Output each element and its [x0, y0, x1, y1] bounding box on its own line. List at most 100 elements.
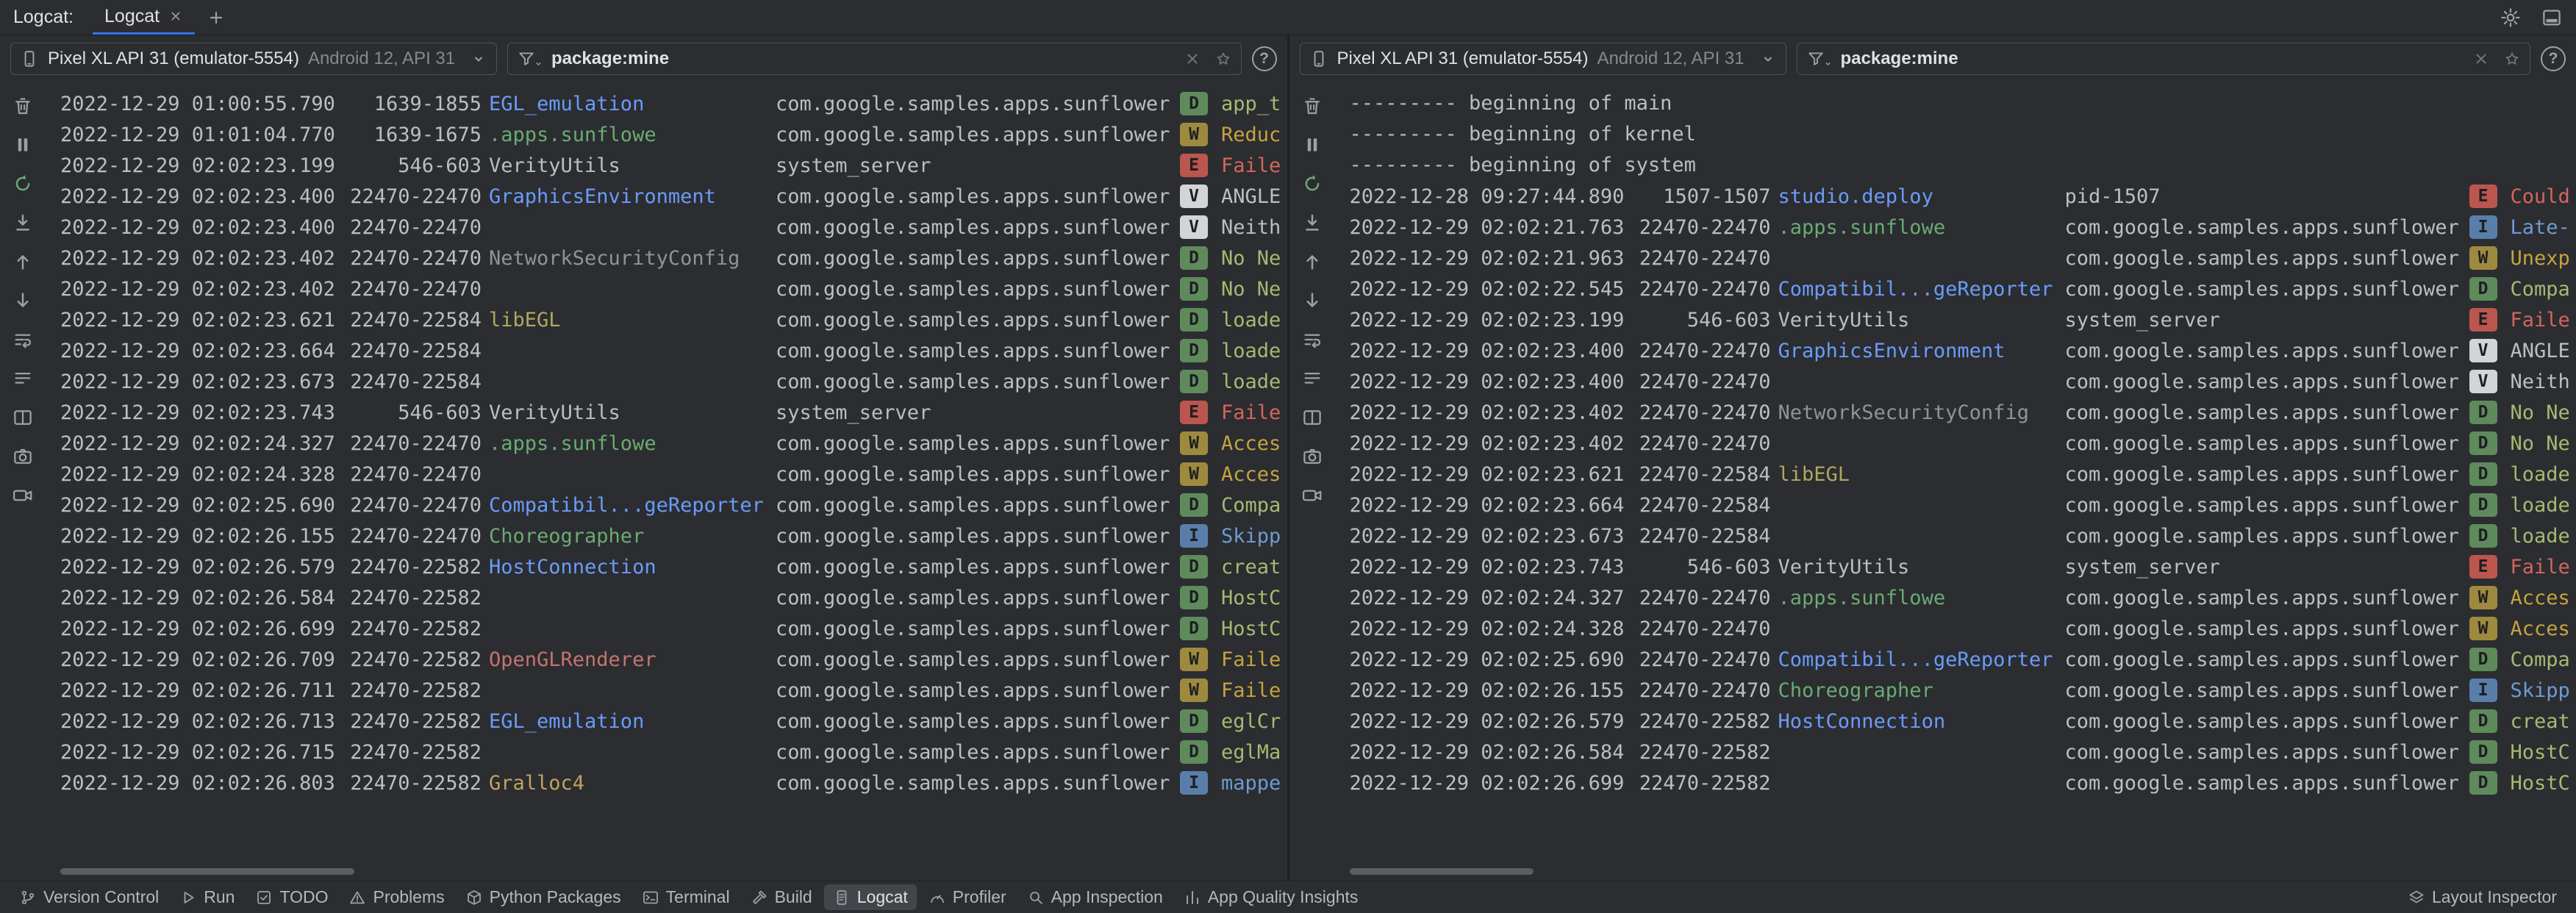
log-row[interactable]: --------- beginning of kernel [1350, 119, 2576, 150]
log-row[interactable]: 2022-12-29 02:02:23.400 22470-22470 com.go… [1350, 366, 2576, 397]
restart-logcat-button[interactable] [1298, 169, 1327, 198]
statusbar-item-terminal[interactable]: Terminal [633, 884, 739, 910]
log-row[interactable]: 2022-12-29 02:02:23.400 22470-22470 Graphi… [60, 181, 1287, 212]
filter-input[interactable]: package:mine [1796, 43, 2530, 75]
screen-record-button[interactable] [8, 481, 37, 510]
statusbar-item-run[interactable]: Run [171, 884, 243, 910]
clear-logcat-button[interactable] [1298, 91, 1327, 121]
help-button[interactable]: ? [1251, 46, 1277, 71]
favorite-filter-icon[interactable] [2503, 50, 2521, 68]
log-row[interactable]: 2022-12-29 02:02:26.155 22470-22470 Choreo… [60, 520, 1287, 551]
log-row[interactable]: 2022-12-29 02:02:23.402 22470-22470 com.go… [1350, 428, 2576, 459]
log-row[interactable]: 2022-12-29 02:02:23.199 546-603 VerityUtil… [1350, 304, 2576, 335]
log-row[interactable]: 2022-12-29 02:02:23.402 22470-22470 com.go… [60, 273, 1287, 304]
log-row[interactable]: 2022-12-29 02:02:23.621 22470-22584 libEGL… [1350, 459, 2576, 490]
log-row[interactable]: 2022-12-29 02:02:26.584 22470-22582 com.go… [1350, 737, 2576, 767]
scroll-to-end-button[interactable] [1298, 208, 1327, 237]
previous-occurrence-button[interactable] [1298, 247, 1327, 276]
log-row[interactable]: 2022-12-28 09:27:44.890 1507-1507 studio.d… [1350, 181, 2576, 212]
device-selector[interactable]: Pixel XL API 31 (emulator-5554) Android … [1299, 43, 1786, 75]
screenshot-button[interactable] [1298, 442, 1327, 471]
log-row[interactable]: 2022-12-29 02:02:26.713 22470-22582 EGL_em… [60, 706, 1287, 737]
favorite-filter-icon[interactable] [1214, 50, 1232, 68]
next-occurrence-button[interactable] [1298, 286, 1327, 315]
next-occurrence-button[interactable] [8, 286, 37, 315]
log-row[interactable]: 2022-12-29 02:02:23.400 22470-22470 com.go… [60, 212, 1287, 243]
log-row[interactable]: 2022-12-29 02:02:22.545 22470-22470 Compat… [1350, 273, 2576, 304]
statusbar-item-todo[interactable]: TODO [246, 884, 337, 910]
log-row[interactable]: 2022-12-29 02:02:23.743 546-603 VerityUtil… [60, 397, 1287, 428]
log-row[interactable]: 2022-12-29 02:02:23.199 546-603 VerityUtil… [60, 150, 1287, 181]
hide-toolwindow-icon[interactable] [2541, 7, 2563, 29]
log-row[interactable]: 2022-12-29 02:02:26.579 22470-22582 HostCo… [60, 551, 1287, 582]
horizontal-scrollbar[interactable] [1349, 868, 1534, 875]
scroll-to-end-button[interactable] [8, 208, 37, 237]
log-row[interactable]: 2022-12-29 02:02:26.711 22470-22582 com.go… [60, 675, 1287, 706]
soft-wrap-button[interactable] [8, 325, 37, 354]
log-row[interactable]: 2022-12-29 02:02:26.803 22470-22582 Grallo… [60, 767, 1287, 798]
log-row[interactable]: 2022-12-29 02:02:25.690 22470-22470 Compat… [1350, 644, 2576, 675]
log-row[interactable]: 2022-12-29 02:02:23.673 22470-22584 com.go… [1350, 520, 2576, 551]
log-row[interactable]: 2022-12-29 02:02:26.579 22470-22582 HostCo… [1350, 706, 2576, 737]
logcat-formatting-button[interactable] [1298, 364, 1327, 393]
log-row[interactable]: 2022-12-29 02:02:26.709 22470-22582 OpenGL… [60, 644, 1287, 675]
soft-wrap-button[interactable] [1298, 325, 1327, 354]
log-row[interactable]: 2022-12-29 02:02:23.664 22470-22584 com.go… [1350, 490, 2576, 520]
log-row[interactable]: 2022-12-29 02:02:23.664 22470-22584 com.go… [60, 335, 1287, 366]
log-row[interactable]: 2022-12-29 02:02:21.763 22470-22470 .apps.… [1350, 212, 2576, 243]
log-row[interactable]: 2022-12-29 02:02:26.699 22470-22582 com.go… [1350, 767, 2576, 798]
log-row[interactable]: 2022-12-29 02:02:26.584 22470-22582 com.go… [60, 582, 1287, 613]
statusbar-item-version-control[interactable]: Version Control [10, 884, 168, 910]
log-row[interactable]: 2022-12-29 02:02:26.715 22470-22582 com.go… [60, 737, 1287, 767]
pause-logcat-button[interactable] [8, 130, 37, 160]
log-row[interactable]: --------- beginning of main [1350, 88, 2576, 119]
log-row[interactable]: 2022-12-29 02:02:21.963 22470-22470 com.go… [1350, 243, 2576, 273]
statusbar-item-app-inspection[interactable]: App Inspection [1018, 884, 1172, 910]
settings-gear-icon[interactable] [2500, 7, 2522, 29]
statusbar-item-python-packages[interactable]: Python Packages [457, 884, 630, 910]
screen-record-button[interactable] [1298, 481, 1327, 510]
log-row[interactable]: 2022-12-29 02:02:23.402 22470-22470 Networ… [60, 243, 1287, 273]
previous-occurrence-button[interactable] [8, 247, 37, 276]
statusbar-item-problems[interactable]: Problems [340, 884, 453, 910]
log-row[interactable]: 2022-12-29 02:02:26.699 22470-22582 com.go… [60, 613, 1287, 644]
log-row[interactable]: 2022-12-29 01:00:55.790 1639-1855 EGL_emul… [60, 88, 1287, 119]
screenshot-button[interactable] [8, 442, 37, 471]
log-row[interactable]: 2022-12-29 02:02:24.327 22470-22470 .apps.… [1350, 582, 2576, 613]
statusbar-item-profiler[interactable]: Profiler [920, 884, 1015, 910]
clear-filter-icon[interactable] [1184, 50, 1201, 68]
logcat-formatting-button[interactable] [8, 364, 37, 393]
log-row[interactable]: 2022-12-29 02:02:23.400 22470-22470 Graphi… [1350, 335, 2576, 366]
log-row[interactable]: 2022-12-29 02:02:23.743 546-603 VerityUtil… [1350, 551, 2576, 582]
log-row[interactable]: 2022-12-29 02:02:23.673 22470-22584 com.go… [60, 366, 1287, 397]
split-panels-button[interactable] [1298, 403, 1327, 432]
filter-input[interactable]: package:mine [507, 43, 1242, 75]
new-tab-button[interactable] [199, 0, 233, 35]
split-panels-button[interactable] [8, 403, 37, 432]
statusbar-item-app-quality-insights[interactable]: App Quality Insights [1175, 884, 1367, 910]
log-row[interactable]: 2022-12-29 02:02:24.328 22470-22470 com.go… [60, 459, 1287, 490]
device-selector[interactable]: Pixel XL API 31 (emulator-5554) Android … [10, 43, 497, 75]
help-button[interactable]: ? [2541, 46, 2566, 71]
log-row[interactable]: 2022-12-29 02:02:24.327 22470-22470 .apps.… [60, 428, 1287, 459]
log-row[interactable]: 2022-12-29 01:01:04.770 1639-1675 .apps.su… [60, 119, 1287, 150]
log-row[interactable]: --------- beginning of system [1350, 150, 2576, 181]
log-row[interactable]: 2022-12-29 02:02:25.690 22470-22470 Compat… [60, 490, 1287, 520]
statusbar-item-build[interactable]: Build [742, 884, 821, 910]
pause-logcat-button[interactable] [1298, 130, 1327, 160]
close-tab-icon[interactable] [168, 9, 183, 24]
log-row[interactable]: 2022-12-29 02:02:24.328 22470-22470 com.go… [1350, 613, 2576, 644]
log-row[interactable]: 2022-12-29 02:02:23.402 22470-22470 Networ… [1350, 397, 2576, 428]
restart-logcat-button[interactable] [8, 169, 37, 198]
log-message: ANGLE [1221, 185, 1281, 208]
horizontal-scrollbar[interactable] [60, 868, 354, 875]
log-message: Late- [2510, 215, 2570, 239]
tab-logcat[interactable]: Logcat [93, 0, 196, 35]
statusbar-item-logcat[interactable]: Logcat [823, 884, 917, 910]
clear-filter-icon[interactable] [2472, 50, 2490, 68]
log-tag: Gralloc4 [489, 771, 585, 795]
log-row[interactable]: 2022-12-29 02:02:23.621 22470-22584 libEGL… [60, 304, 1287, 335]
statusbar-item-layout-inspector[interactable]: Layout Inspector [2399, 884, 2566, 910]
clear-logcat-button[interactable] [8, 91, 37, 121]
log-row[interactable]: 2022-12-29 02:02:26.155 22470-22470 Choreo… [1350, 675, 2576, 706]
